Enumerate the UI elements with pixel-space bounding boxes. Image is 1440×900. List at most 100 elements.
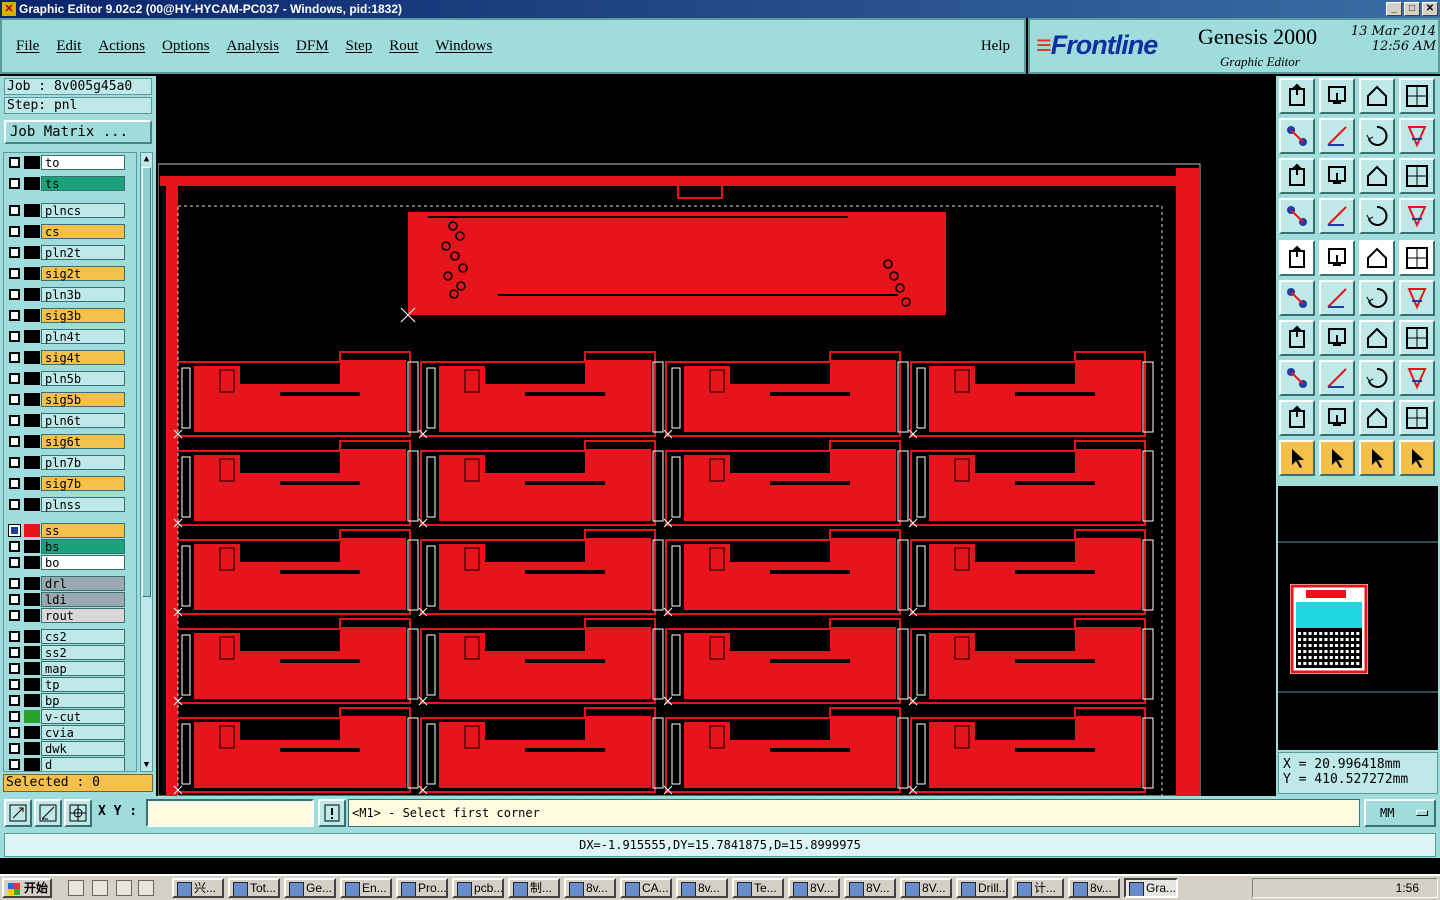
layer-checkbox[interactable] xyxy=(9,541,20,552)
quicklaunch-save-icon[interactable] xyxy=(138,880,154,896)
layer-row-sig6t[interactable]: sig6t xyxy=(6,434,126,449)
layer-checkbox[interactable] xyxy=(9,352,20,363)
layer-row-plnss[interactable]: plnss xyxy=(6,497,126,512)
layer-checkbox[interactable] xyxy=(9,610,20,621)
layer-checkbox[interactable] xyxy=(9,727,20,738)
tool-help-question-button[interactable] xyxy=(1399,158,1435,194)
tool-zoom-forward-button[interactable] xyxy=(1319,118,1355,154)
tool-copy-button[interactable] xyxy=(1279,360,1315,396)
taskbar-task[interactable]: 8V... xyxy=(900,878,952,898)
tool-redraw-button[interactable] xyxy=(1399,118,1435,154)
menu-analysis[interactable]: Analysis xyxy=(227,38,280,55)
taskbar-task[interactable]: Pro... xyxy=(396,878,448,898)
maximize-button[interactable]: □ xyxy=(1404,2,1420,16)
layer-row-pln6t[interactable]: pln6t xyxy=(6,413,126,428)
menu-edit[interactable]: Edit xyxy=(56,38,81,55)
layer-row-pln2t[interactable]: pln2t xyxy=(6,245,126,260)
measure-button[interactable] xyxy=(34,799,62,827)
layer-row-ss[interactable]: ss xyxy=(6,523,126,538)
tool-grid-view-button[interactable] xyxy=(1319,198,1355,234)
tool-cut-line-button[interactable] xyxy=(1319,360,1355,396)
tool-features-filter-button[interactable] xyxy=(1279,198,1315,234)
tool-shapes-button[interactable] xyxy=(1399,360,1435,396)
tool-window-split-button[interactable] xyxy=(1399,78,1435,114)
taskbar-task[interactable]: pcb... xyxy=(452,878,504,898)
layer-row-map[interactable]: map xyxy=(6,661,126,676)
layer-checkbox[interactable] xyxy=(9,310,20,321)
tool-add-pad-button[interactable] xyxy=(1399,280,1435,316)
zoom-area-button[interactable] xyxy=(4,799,32,827)
graphic-canvas[interactable] xyxy=(158,76,1276,796)
tool-layer-display-button[interactable] xyxy=(1359,198,1395,234)
layer-row-bs[interactable]: bs xyxy=(6,539,126,554)
layer-row-dwk[interactable]: dwk xyxy=(6,741,126,756)
tool-surface-button[interactable] xyxy=(1359,400,1395,436)
start-button[interactable]: 开始 xyxy=(2,878,52,898)
taskbar-task[interactable]: 8V... xyxy=(844,878,896,898)
layer-row-rout[interactable]: rout xyxy=(6,608,126,623)
layer-row-sig4t[interactable]: sig4t xyxy=(6,350,126,365)
alert-button[interactable] xyxy=(318,799,346,827)
taskbar-task[interactable]: CA... xyxy=(620,878,672,898)
layer-checkbox[interactable] xyxy=(9,373,20,384)
tool-move-button[interactable] xyxy=(1279,280,1315,316)
tool-camera-button[interactable] xyxy=(1279,240,1315,276)
layer-checkbox[interactable] xyxy=(9,759,20,770)
layer-checkbox[interactable] xyxy=(9,436,20,447)
taskbar-task[interactable]: Gra... xyxy=(1124,878,1178,898)
layer-checkbox[interactable] xyxy=(9,157,20,168)
tool-open-step-button[interactable] xyxy=(1279,78,1315,114)
layer-row-to[interactable]: to xyxy=(6,155,126,170)
layer-row-sig3b[interactable]: sig3b xyxy=(6,308,126,323)
layer-checkbox[interactable] xyxy=(9,289,20,300)
layer-row-bo[interactable]: bo xyxy=(6,555,126,570)
tool-line-edit-button[interactable] xyxy=(1319,320,1355,356)
layer-row-ss2[interactable]: ss2 xyxy=(6,645,126,660)
layer-checkbox[interactable] xyxy=(9,631,20,642)
tool-contour-button[interactable] xyxy=(1399,400,1435,436)
layer-row-cvia[interactable]: cvia xyxy=(6,725,126,740)
tool-zoom-back-button[interactable] xyxy=(1279,118,1315,154)
layer-row-ldi[interactable]: ldi xyxy=(6,592,126,607)
layer-row-ts[interactable]: ts xyxy=(6,176,126,191)
taskbar-task[interactable]: 8v... xyxy=(676,878,728,898)
quicklaunch-clock-icon[interactable] xyxy=(68,880,84,896)
layer-row-cs[interactable]: cs xyxy=(6,224,126,239)
minimize-button[interactable]: _ xyxy=(1386,2,1402,16)
quicklaunch-ie-icon[interactable] xyxy=(92,880,108,896)
menu-actions[interactable]: Actions xyxy=(98,38,145,55)
scroll-up-icon[interactable]: ▲ xyxy=(141,153,152,165)
layer-checkbox[interactable] xyxy=(9,663,20,674)
layer-row-d[interactable]: d xyxy=(6,757,126,771)
taskbar-task[interactable]: 8v... xyxy=(1068,878,1120,898)
taskbar-task[interactable]: 计... xyxy=(1012,878,1064,898)
taskbar-task[interactable]: Ge... xyxy=(284,878,336,898)
tool-select-polygon-button[interactable] xyxy=(1359,440,1395,476)
layer-row-bp[interactable]: bp xyxy=(6,693,126,708)
xy-input[interactable] xyxy=(146,799,314,827)
units-select[interactable]: MM xyxy=(1364,799,1436,827)
layer-row-sig2t[interactable]: sig2t xyxy=(6,266,126,281)
menu-options[interactable]: Options xyxy=(162,38,210,55)
tool-angle-button[interactable] xyxy=(1279,320,1315,356)
tool-polygon-button[interactable] xyxy=(1319,400,1355,436)
layer-row-cs2[interactable]: cs2 xyxy=(6,629,126,644)
taskbar-task[interactable]: 8V... xyxy=(788,878,840,898)
tool-zoom-mirror-button[interactable] xyxy=(1359,118,1395,154)
layer-checkbox[interactable] xyxy=(9,557,20,568)
taskbar-task[interactable]: 制... xyxy=(508,878,560,898)
menu-file[interactable]: File xyxy=(16,38,39,55)
menu-dfm[interactable]: DFM xyxy=(296,38,329,55)
layer-row-v-cut[interactable]: v-cut xyxy=(6,709,126,724)
layer-checkbox[interactable] xyxy=(9,679,20,690)
scroll-down-icon[interactable]: ▼ xyxy=(141,759,152,771)
menu-help[interactable]: Help xyxy=(981,38,1010,55)
taskbar-task[interactable]: Drill... xyxy=(956,878,1008,898)
taskbar-task[interactable]: En... xyxy=(340,878,392,898)
layer-checkbox[interactable] xyxy=(9,499,20,510)
layer-checkbox[interactable] xyxy=(9,178,20,189)
menu-step[interactable]: Step xyxy=(346,38,373,55)
tool-save-step-button[interactable] xyxy=(1319,78,1355,114)
tool-flip-button[interactable] xyxy=(1399,320,1435,356)
tool-add-line-button[interactable] xyxy=(1359,280,1395,316)
